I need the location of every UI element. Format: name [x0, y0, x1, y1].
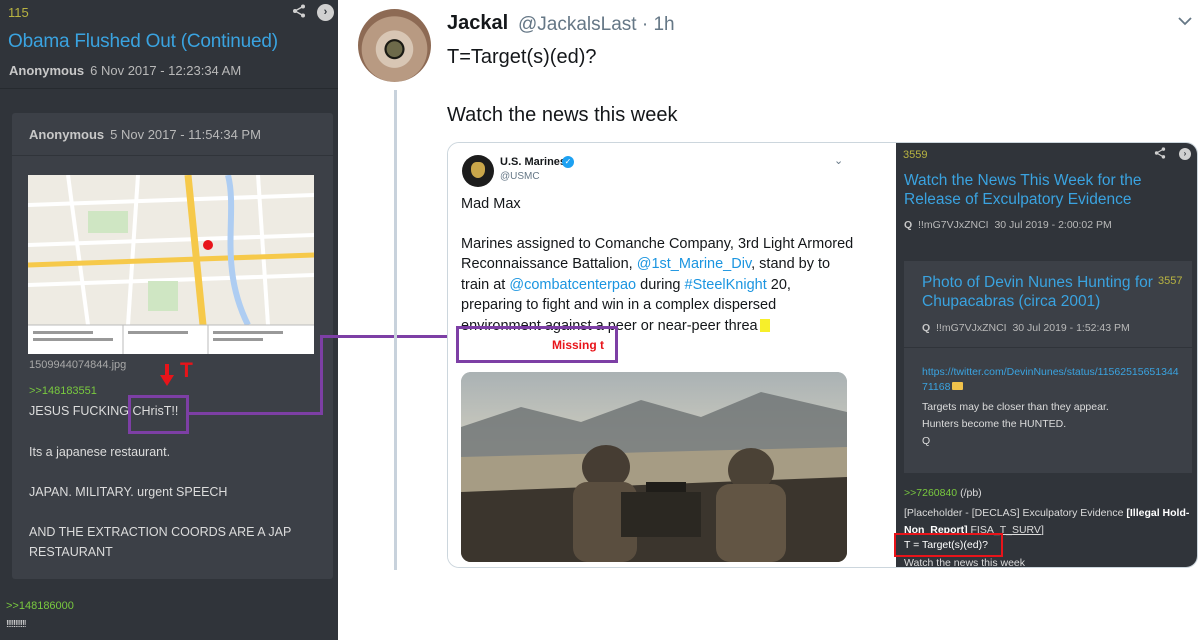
annotation-connector	[189, 412, 323, 415]
annotation-highlight-box	[456, 326, 618, 363]
annotation-highlight-box	[894, 533, 1003, 557]
thread-line	[394, 90, 397, 570]
post-tripcode: !!mG7VJxZNCI	[936, 322, 1007, 334]
navigate-icon: ›	[1179, 148, 1191, 160]
chevron-down-icon: ⌄	[834, 155, 844, 167]
post-number: 115	[8, 5, 29, 20]
tweet-handle[interactable]: @JackalsLast · 1h	[518, 14, 675, 36]
reply-line: >>7260840 (/pb)	[904, 487, 982, 499]
folder-icon	[952, 382, 964, 390]
divider	[0, 88, 338, 89]
verified-icon: ✓	[562, 156, 574, 168]
post-number: 3559	[903, 149, 928, 161]
embedded-tweet-line: Mad Max	[461, 196, 521, 212]
post-author: Q	[922, 322, 931, 334]
embedded-tweet-body: Marines assigned to Comanche Company, 3r…	[461, 234, 856, 336]
avatar[interactable]	[358, 9, 431, 82]
navigate-icon[interactable]: ›	[317, 4, 334, 21]
post-meta: Anonymous 6 Nov 2017 - 12:23:34 AM	[9, 63, 241, 78]
embedded-tweet-name: U.S. Marines	[500, 156, 567, 168]
image-filename[interactable]: 1509944074844.jpg	[29, 359, 126, 371]
post-text-line: AND THE EXTRACTION COORDS ARE A JAP	[29, 525, 292, 539]
divider	[904, 347, 1192, 348]
map-thumbnail-image[interactable]	[28, 175, 314, 354]
tweet-display-name[interactable]: Jackal	[447, 12, 508, 35]
annotation-highlight-box	[128, 395, 189, 434]
post-title: Photo of Devin Nunes Hunting for Chupaca…	[922, 274, 1153, 310]
yellow-highlight	[759, 318, 770, 332]
post-date: 6 Nov 2017 - 12:23:34 AM	[90, 63, 242, 78]
post-text-line: Q	[922, 435, 931, 447]
quoted-post-author: Anonymous	[29, 127, 105, 142]
hashtag-link: #SteelKnight	[684, 276, 767, 293]
post-text-line: Its a japanese restaurant.	[29, 445, 171, 459]
post-text-line: RESTAURANT	[29, 545, 113, 559]
post-meta: Q !!mG7VJxZNCI 30 Jul 2019 - 2:00:02 PM	[904, 219, 1112, 231]
post-text-line: Hunters become the HUNTED.	[922, 418, 1067, 430]
post-author: Anonymous	[9, 63, 85, 78]
embedded-board-post: 3559 › Watch the News This Week for the …	[894, 143, 1197, 568]
share-icon	[1154, 147, 1166, 162]
post-tripcode: !!mG7VJxZNCI	[918, 219, 989, 231]
share-icon[interactable]	[291, 4, 307, 20]
reply-link[interactable]: >>148183551	[29, 385, 97, 397]
divider	[12, 155, 333, 156]
post-text-line: Watch the news this week	[904, 557, 1025, 568]
embedded-tweet-handle: @USMC	[500, 171, 540, 182]
post-author: Q	[904, 219, 913, 231]
imageboard-panel: 115 › Obama Flushed Out (Continued) Anon…	[0, 0, 338, 640]
post-date: 30 Jul 2019 - 1:52:43 PM	[1012, 322, 1130, 334]
annotation-arrow-icon	[160, 375, 174, 386]
post-date: 30 Jul 2019 - 2:00:02 PM	[994, 219, 1112, 231]
post-url-link: https://twitter.com/DevinNunes/status/11…	[922, 365, 1182, 395]
quoted-post-meta: Anonymous 5 Nov 2017 - 11:54:34 PM	[29, 127, 261, 142]
tweet-attached-image[interactable]: U.S. Marines ✓ @USMC ⌄ Mad Max Marines a…	[447, 142, 1198, 568]
annotation-connector	[320, 335, 323, 415]
annotation-letter: T	[180, 359, 193, 382]
quoted-post: Photo of Devin Nunes Hunting for Chupaca…	[904, 261, 1192, 473]
quoted-post-date: 5 Nov 2017 - 11:54:34 PM	[110, 127, 261, 142]
post-meta: Q !!mG7VJxZNCI 30 Jul 2019 - 1:52:43 PM	[922, 322, 1130, 334]
screenshot-collage: 115 › Obama Flushed Out (Continued) Anon…	[0, 0, 1200, 640]
reply-link: >>7260840	[904, 487, 958, 499]
body-text: ]	[1040, 524, 1044, 536]
post-title: Watch the News This Week for the Release…	[904, 172, 1142, 208]
mention-link: @1st_Marine_Div	[636, 256, 752, 273]
marines-logo	[462, 155, 494, 187]
quoted-post: Anonymous 5 Nov 2017 - 11:54:34 PM 15099…	[12, 113, 333, 579]
tweet-text-line: Watch the news this week	[447, 104, 678, 126]
post-number: 3557	[1158, 275, 1183, 287]
tweet-text-line: T=Target(s)(ed)?	[447, 46, 597, 68]
reply-link[interactable]: >>148186000	[6, 600, 74, 612]
chevron-down-icon[interactable]	[1175, 12, 1195, 32]
post-text-line: Targets may be closer than they appear.	[922, 401, 1109, 413]
post-text-line: !!!!!!!!!!!	[6, 619, 27, 630]
body-text: [Placeholder - [DECLAS] Exculpatory Evid…	[904, 507, 1127, 519]
reply-suffix: (/pb)	[957, 487, 982, 499]
post-title[interactable]: Obama Flushed Out (Continued)	[8, 31, 278, 53]
mention-link: @combatcenterpao	[509, 276, 637, 293]
soldiers-photo	[461, 372, 847, 562]
annotation-connector	[320, 335, 456, 338]
body-text: during	[636, 276, 685, 293]
post-text-line: JAPAN. MILITARY. urgent SPEECH	[29, 485, 228, 499]
